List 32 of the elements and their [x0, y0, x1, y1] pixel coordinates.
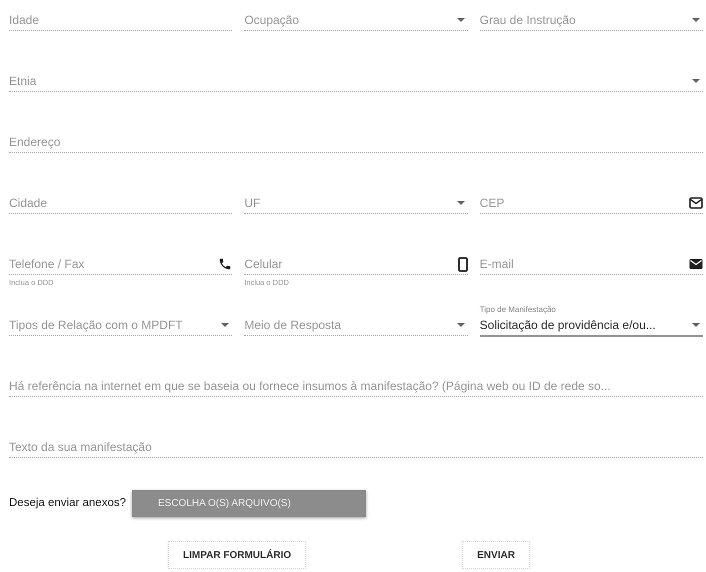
caret-icon: [456, 18, 465, 22]
input-field[interactable]: Endereço: [9, 135, 703, 149]
caret-icon: [692, 18, 700, 22]
caret-icon: [456, 201, 465, 205]
field-label: Tipo de Manifestação: [480, 305, 556, 315]
input-field[interactable]: Idade: [9, 13, 232, 27]
dropdown[interactable]: Solicitação de providência e/ou...: [480, 315, 703, 337]
envelope-icon: [688, 258, 703, 270]
choose-files-button[interactable]: ESCOLHA O(S) ARQUIVO(S): [132, 490, 366, 516]
input-field[interactable]: Texto da sua manifestação: [9, 440, 703, 454]
caret-icon: [692, 323, 700, 327]
input-field[interactable]: Telefone / Fax: [9, 257, 214, 271]
dropdown[interactable]: Etnia: [9, 71, 703, 92]
clear-form-button[interactable]: LIMPAR FORMULÁRIO: [168, 541, 306, 569]
input-field[interactable]: Celular: [244, 257, 454, 271]
caret-icon: [221, 323, 230, 327]
dropdown[interactable]: Ocupação: [244, 10, 468, 31]
input-field[interactable]: Há referência na internet em que se baseia ou fornece insumos à manifestação? (Página web ou ID de rede so...: [9, 379, 703, 393]
phone-icon: [218, 257, 232, 271]
input-field[interactable]: E-mail: [480, 257, 685, 271]
dropdown[interactable]: Tipos de Relação com o MPDFT: [9, 315, 232, 336]
input-field[interactable]: Cidade: [9, 196, 232, 210]
dropdown[interactable]: UF: [244, 193, 468, 214]
submit-button[interactable]: ENVIAR: [462, 541, 530, 569]
mobile-icon: [458, 256, 468, 272]
caret-icon: [692, 79, 700, 83]
input-field[interactable]: CEP: [480, 196, 685, 210]
dropdown[interactable]: Meio de Resposta: [244, 315, 468, 336]
dropdown[interactable]: Grau de Instrução: [480, 10, 703, 31]
caret-icon: [456, 323, 465, 327]
attachment-question: Deseja enviar anexos?: [9, 497, 126, 509]
envelope-icon: [688, 197, 703, 209]
